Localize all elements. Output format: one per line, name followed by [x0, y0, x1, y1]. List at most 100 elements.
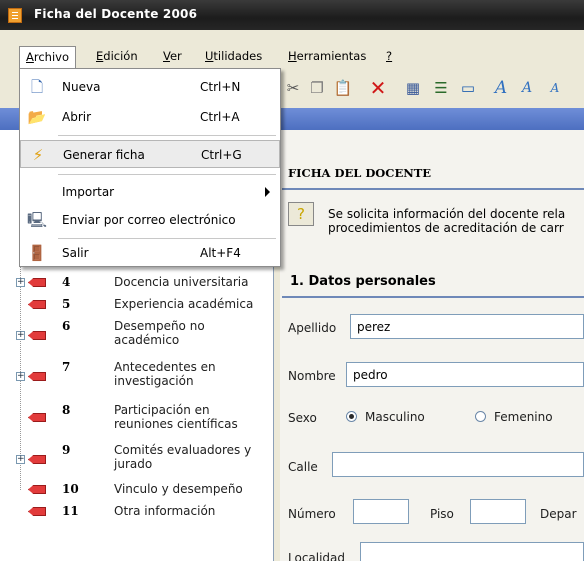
menu-item-nueva[interactable]: 🗋 Nueva Ctrl+N [20, 73, 280, 101]
expand-icon[interactable]: + [16, 372, 25, 381]
menu-item-label: Generar ficha [63, 148, 145, 162]
tree-item-label: Docencia universitaria [114, 275, 249, 289]
form-pane: FICHA DEL DOCENTE ? Se solicita informac… [280, 130, 584, 561]
menu-item-importar[interactable]: Importar [20, 178, 280, 206]
tag-icon [28, 331, 46, 340]
menu-item-label: Salir [62, 246, 89, 260]
mail-send-icon: 🖳 [27, 211, 48, 229]
open-folder-icon: 📂 [27, 108, 47, 126]
window-title: Ficha del Docente 2006 [34, 7, 198, 21]
menu-separator [58, 174, 276, 175]
sexo-femenino-radio[interactable] [475, 411, 486, 422]
font-large-icon[interactable]: A [491, 78, 511, 98]
tag-icon [28, 300, 46, 309]
divider [282, 296, 584, 298]
cut-icon[interactable]: ✂ [283, 78, 303, 98]
submenu-arrow-icon [265, 187, 270, 197]
tree-item-number: 11 [62, 504, 79, 518]
tree-item-number: 8 [62, 403, 71, 417]
calle-field[interactable] [332, 452, 584, 477]
tree-item-number: 9 [62, 443, 71, 457]
menu-item-label: Enviar por correo electrónico [62, 213, 236, 227]
title-bar: Ficha del Docente 2006 [0, 0, 584, 30]
menu-ver[interactable]: Ver [163, 49, 182, 63]
tree-item-number: 6 [62, 319, 71, 333]
tree-item-label: Desempeño no académico [114, 319, 205, 347]
tag-icon [28, 278, 46, 287]
piso-field[interactable] [470, 499, 526, 524]
menu-item-label: Abrir [62, 110, 92, 124]
info-text: Se solicita información del docente rela… [328, 207, 584, 235]
tree-item-number: 5 [62, 297, 71, 311]
tree-item-label: Vinculo y desempeño [114, 482, 243, 496]
departamento-label: Depar [540, 507, 577, 521]
tree-view-icon[interactable]: ☰ [431, 78, 451, 98]
menu-item-label: Importar [62, 185, 115, 199]
tree-item-number: 10 [62, 482, 79, 496]
menu-archivo[interactable]: Archivo [19, 46, 76, 68]
form-header: FICHA DEL DOCENTE [288, 166, 432, 180]
info-line-2: procedimientos de acreditación de carr [328, 221, 564, 235]
help-icon[interactable]: ? [288, 202, 314, 226]
menu-item-abrir[interactable]: 📂 Abrir Ctrl+A [20, 103, 280, 131]
sexo-femenino-label: Femenino [494, 410, 553, 424]
apellido-field[interactable]: perez [350, 314, 584, 339]
tree-item-label: Participación en reuniones científicas [114, 403, 238, 431]
menu-item-shortcut: Ctrl+A [200, 110, 240, 124]
piso-label: Piso [430, 507, 454, 521]
nombre-field[interactable]: pedro [346, 362, 584, 387]
copy-icon[interactable]: ❐ [307, 78, 327, 98]
exit-door-icon: 🚪 [27, 244, 47, 262]
menu-separator [58, 135, 276, 136]
sexo-label: Sexo [288, 411, 317, 425]
tree-item-number: 7 [62, 360, 71, 374]
tree-item-label: Otra información [114, 504, 216, 518]
tree-item-label: Comités evaluadores y jurado [114, 443, 252, 471]
localidad-field[interactable] [360, 542, 584, 561]
calle-label: Calle [288, 460, 318, 474]
menu-item-enviar-correo[interactable]: 🖳 Enviar por correo electrónico [20, 206, 280, 234]
delete-icon[interactable]: ✕ [368, 78, 388, 98]
tree-item-number: 4 [62, 275, 71, 289]
info-line-1: Se solicita información del docente rela [328, 207, 566, 221]
menu-item-shortcut: Ctrl+N [200, 80, 241, 94]
menu-edicion[interactable]: Edición [96, 49, 138, 63]
section-title: 1. Datos personales [290, 274, 436, 289]
menu-item-shortcut: Alt+F4 [200, 246, 241, 260]
apellido-label: Apellido [288, 321, 337, 335]
font-smaller-icon[interactable]: A [545, 78, 565, 98]
menu-bar: Archivo Edición Ver Utilidades Herramien… [0, 46, 584, 68]
menu-item-generar-ficha[interactable]: ⚡ Generar ficha Ctrl+G [20, 140, 280, 168]
tag-icon [28, 485, 46, 494]
sexo-masculino-label: Masculino [365, 410, 425, 424]
form-view-icon[interactable]: ▭ [458, 78, 478, 98]
properties-icon[interactable]: ▦ [403, 78, 423, 98]
lightning-icon: ⚡ [32, 146, 44, 164]
expand-icon[interactable]: + [16, 331, 25, 340]
app-icon [8, 8, 22, 23]
divider [282, 188, 584, 190]
menu-item-label: Nueva [62, 80, 101, 94]
menu-item-shortcut: Ctrl+G [201, 148, 242, 162]
tag-icon [28, 413, 46, 422]
numero-label: Número [288, 507, 336, 521]
menu-item-salir[interactable]: 🚪 Salir Alt+F4 [20, 239, 280, 267]
menu-utilidades[interactable]: Utilidades [205, 49, 262, 63]
paste-icon[interactable]: 📋 [333, 78, 353, 98]
menu-herramientas[interactable]: Herramientas [288, 49, 366, 63]
numero-field[interactable] [353, 499, 409, 524]
localidad-label: Localidad [288, 551, 346, 561]
sexo-masculino-radio[interactable] [346, 411, 357, 422]
menu-help[interactable]: ? [386, 49, 392, 63]
archivo-menu: 🗋 Nueva Ctrl+N 📂 Abrir Ctrl+A ⚡ Generar … [19, 68, 281, 267]
new-document-icon: 🗋 [30, 78, 44, 96]
expand-icon[interactable]: + [16, 278, 25, 287]
tag-icon [28, 507, 46, 516]
nombre-label: Nombre [288, 369, 336, 383]
tree-item-label: Antecedentes en investigación [114, 360, 216, 388]
tag-icon [28, 455, 46, 464]
tag-icon [28, 372, 46, 381]
tree-item-label: Experiencia académica [114, 297, 254, 311]
expand-icon[interactable]: + [16, 455, 25, 464]
font-small-icon[interactable]: A [517, 78, 537, 98]
